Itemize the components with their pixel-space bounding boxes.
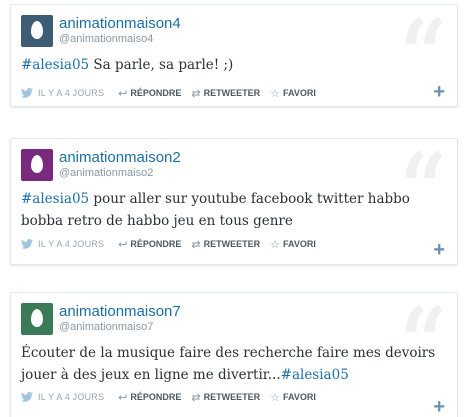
- hashtag-link[interactable]: #alesia05: [21, 191, 89, 207]
- favorite-button[interactable]: ☆ FAVORI: [270, 87, 316, 100]
- tweet-actions: IL Y A 4 JOURS ↩ RÉPONDRE ⇄ RETWEETER ☆ FAV…: [21, 237, 326, 251]
- reply-button[interactable]: ↩ RÉPONDRE: [118, 391, 181, 404]
- favorite-button[interactable]: ☆ FAVORI: [270, 391, 316, 404]
- timestamp[interactable]: IL Y A 4 JOURS: [38, 239, 104, 249]
- display-name[interactable]: animationmaison7: [59, 303, 181, 320]
- tweet-text: #alesia05 Sa parle, sa parle! ;): [21, 54, 445, 76]
- egg-avatar-icon: [31, 21, 43, 39]
- avatar[interactable]: [21, 15, 53, 47]
- avatar[interactable]: [21, 303, 53, 335]
- user-handle[interactable]: @animationmaiso7: [59, 321, 153, 334]
- display-name[interactable]: animationmaison4: [59, 15, 181, 32]
- twitter-bird-icon: [21, 392, 33, 402]
- tweet-card: “ animationmaison2 @animationmaiso2 #ale…: [10, 138, 458, 265]
- reply-arrow-icon: ↩: [118, 238, 128, 251]
- tweet-card: “ animationmaison7 @animationmaiso7 Écou…: [10, 292, 458, 417]
- favorite-label: FAVORI: [283, 392, 316, 402]
- plus-icon[interactable]: +: [433, 397, 445, 417]
- reply-label: RÉPONDRE: [130, 88, 182, 98]
- retweet-icon: ⇄: [191, 87, 201, 100]
- retweet-label: RETWEETER: [203, 392, 261, 402]
- twitter-bird-icon: [21, 239, 33, 249]
- reply-label: RÉPONDRE: [130, 392, 182, 402]
- tweet-text-before: Écouter de la musique faire des recherch…: [21, 345, 436, 383]
- display-name[interactable]: animationmaison2: [59, 149, 181, 166]
- user-handle[interactable]: @animationmaiso4: [59, 33, 153, 46]
- retweet-button[interactable]: ⇄ RETWEETER: [191, 238, 260, 251]
- star-icon: ☆: [270, 87, 281, 100]
- reply-button[interactable]: ↩ RÉPONDRE: [118, 87, 181, 100]
- plus-icon[interactable]: +: [433, 240, 445, 260]
- user-handle[interactable]: @animationmaiso2: [59, 167, 153, 180]
- reply-button[interactable]: ↩ RÉPONDRE: [118, 238, 181, 251]
- tweet-text: Écouter de la musique faire des recherch…: [21, 342, 445, 386]
- retweet-label: RETWEETER: [203, 239, 261, 249]
- star-icon: ☆: [270, 238, 281, 251]
- timestamp[interactable]: IL Y A 4 JOURS: [38, 88, 104, 98]
- timestamp[interactable]: IL Y A 4 JOURS: [38, 392, 104, 402]
- favorite-button[interactable]: ☆ FAVORI: [270, 238, 316, 251]
- retweet-icon: ⇄: [191, 391, 201, 404]
- reply-arrow-icon: ↩: [118, 391, 128, 404]
- tweet-text: #alesia05 pour aller sur youtube faceboo…: [21, 188, 445, 232]
- tweet-card: “ animationmaison4 @animationmaiso4 #ale…: [10, 4, 458, 107]
- retweet-button[interactable]: ⇄ RETWEETER: [191, 87, 260, 100]
- favorite-label: FAVORI: [283, 239, 316, 249]
- egg-avatar-icon: [31, 309, 43, 327]
- retweet-button[interactable]: ⇄ RETWEETER: [191, 391, 260, 404]
- plus-icon[interactable]: +: [433, 82, 445, 102]
- reply-label: RÉPONDRE: [130, 239, 182, 249]
- retweet-label: RETWEETER: [203, 88, 261, 98]
- favorite-label: FAVORI: [283, 88, 316, 98]
- tweet-actions: IL Y A 4 JOURS ↩ RÉPONDRE ⇄ RETWEETER ☆ FAV…: [21, 390, 326, 404]
- egg-avatar-icon: [31, 155, 43, 173]
- star-icon: ☆: [270, 391, 281, 404]
- avatar[interactable]: [21, 149, 53, 181]
- retweet-icon: ⇄: [191, 238, 201, 251]
- reply-arrow-icon: ↩: [118, 87, 128, 100]
- tweet-actions: IL Y A 4 JOURS ↩ RÉPONDRE ⇄ RETWEETER ☆ FAV…: [21, 86, 326, 100]
- hashtag-link[interactable]: #alesia05: [21, 57, 89, 73]
- twitter-bird-icon: [21, 88, 33, 98]
- hashtag-link[interactable]: #alesia05: [281, 367, 349, 383]
- tweet-text-after: Sa parle, sa parle! ;): [89, 57, 234, 73]
